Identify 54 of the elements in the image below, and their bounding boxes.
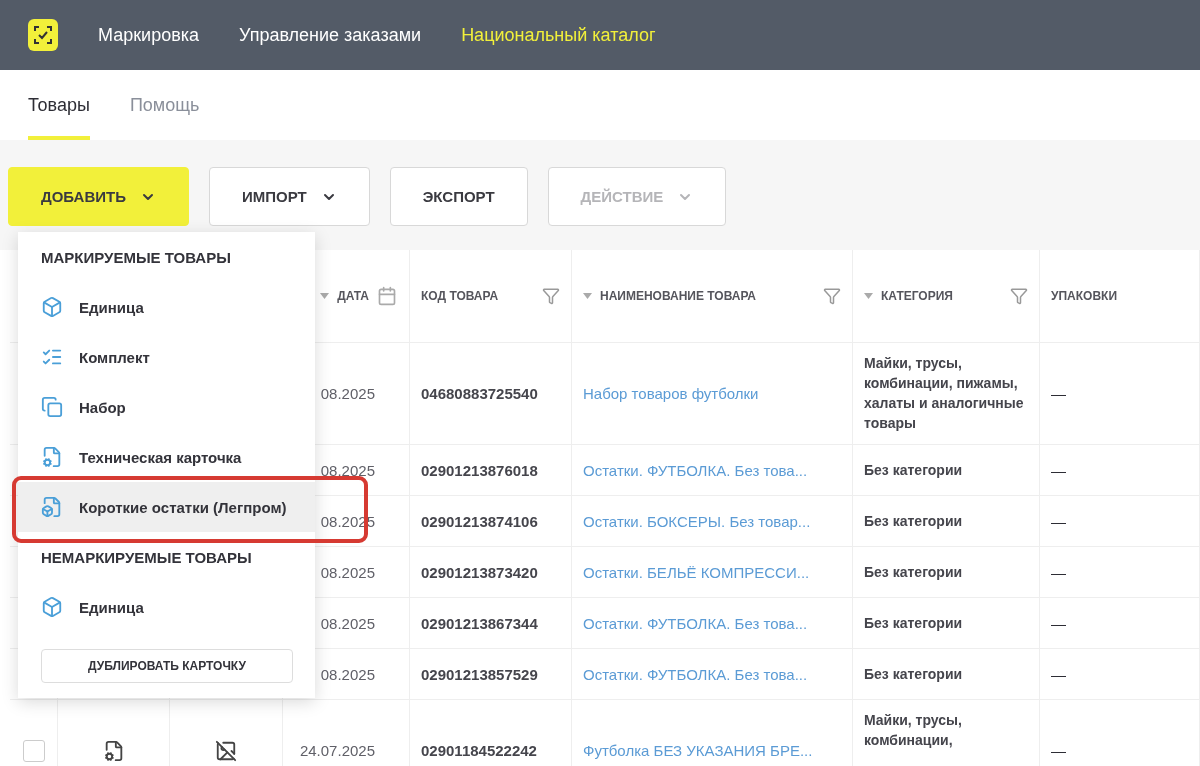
menu-item[interactable]: Набор [18, 382, 315, 432]
packages-text: — [1051, 563, 1066, 581]
category-text: Майки, трусы, комбинации, пижамы, халаты и аналогичные товары [864, 354, 1025, 433]
calendar-icon[interactable] [377, 286, 397, 306]
category-text: Без категории [864, 512, 963, 531]
date-text: 08.2025 [320, 563, 375, 581]
product-code: 02901213874106 [421, 512, 538, 530]
menu-item[interactable]: Короткие остатки (Легпром) [18, 482, 315, 532]
nav-link[interactable]: Управление заказами [239, 24, 422, 46]
column-header[interactable]: КАТЕГОРИЯ [853, 250, 1040, 343]
date-text: 08.2025 [320, 665, 375, 683]
packages-text: — [1051, 665, 1066, 683]
product-code: 02901213867344 [421, 614, 538, 632]
toolbar-button[interactable]: ЭКСПОРТ [389, 167, 528, 226]
toolbar-button[interactable]: ИМПОРТ [208, 167, 370, 226]
file-gear-icon [102, 739, 125, 762]
product-code: 04680883725540 [421, 385, 538, 402]
date-text: 08.2025 [320, 614, 375, 632]
logo-icon[interactable] [28, 19, 58, 51]
product-code: 02901213876018 [421, 461, 538, 479]
column-header[interactable]: КОД ТОВАРА [410, 250, 572, 343]
duplicate-card-button[interactable]: ДУБЛИРОВАТЬ КАРТОЧКУ [41, 649, 293, 683]
category-text: Без категории [864, 563, 963, 582]
date-text: 24.07.2025 [299, 742, 375, 759]
product-code: 02901213857529 [421, 665, 538, 683]
category-text: Майки, трусы, комбинации, [864, 711, 963, 750]
sort-icon[interactable] [864, 293, 873, 299]
filter-icon[interactable] [542, 287, 560, 305]
menu-section-title: МАРКИРУЕМЫЕ ТОВАРЫ [40, 247, 232, 268]
filter-icon[interactable] [823, 287, 841, 305]
product-code: 02901213873420 [421, 563, 538, 581]
filter-icon[interactable] [1010, 287, 1028, 305]
sort-icon[interactable] [583, 293, 592, 299]
menu-item[interactable]: Техническая карточка [18, 432, 315, 482]
packages-text: — [1051, 742, 1066, 759]
category-text: Без категории [864, 665, 963, 684]
category-text: Без категории [864, 461, 963, 480]
product-code: 02901184522242 [421, 742, 537, 759]
column-header[interactable]: НАИМЕНОВАНИЕ ТОВАРА [572, 250, 853, 343]
packages-text: — [1051, 614, 1066, 632]
add-button[interactable]: ДОБАВИТЬ [8, 167, 189, 226]
packages-text: — [1051, 512, 1066, 530]
sort-icon[interactable] [320, 293, 330, 299]
date-text: 08.2025 [320, 461, 375, 479]
nav-link[interactable]: Национальный каталог [461, 24, 656, 46]
nav-link[interactable]: Маркировка [98, 24, 199, 46]
packages-text: — [1051, 385, 1066, 402]
menu-item[interactable]: Единица [18, 582, 315, 632]
date-text: 08.2025 [320, 385, 375, 402]
column-header[interactable]: УПАКОВКИ [1040, 250, 1200, 343]
menu-section-title: НЕМАРКИРУЕМЫЕ ТОВАРЫ [40, 547, 253, 568]
row-checkbox[interactable] [22, 739, 45, 762]
category-text: Без категории [864, 614, 963, 633]
packages-text: — [1051, 461, 1066, 479]
